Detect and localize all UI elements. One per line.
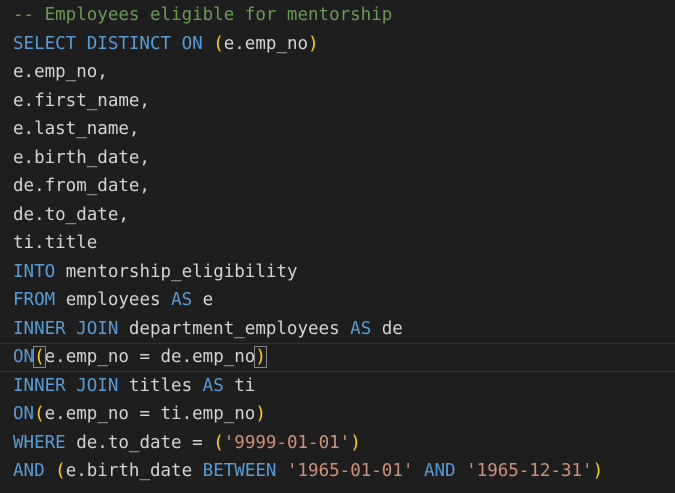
code-line[interactable]: e.emp_no,: [0, 58, 675, 87]
code-token-ident: de.to_date,: [13, 204, 129, 225]
code-token-keyword: FROM: [13, 290, 56, 310]
code-line[interactable]: ON(e.emp_no = de.emp_no): [0, 343, 675, 372]
code-token-paren: ): [255, 404, 266, 424]
code-line[interactable]: de.to_date,: [0, 201, 675, 230]
code-line[interactable]: AND (e.birth_date BETWEEN '1965-01-01' A…: [0, 457, 675, 486]
code-token-string: '1965-12-31': [466, 461, 593, 481]
code-token-paren: ): [308, 33, 319, 54]
code-line[interactable]: -- Employees eligible for mentorship: [0, 1, 675, 30]
code-token-keyword: AND: [13, 461, 45, 481]
code-token-string: '9999-01-01': [223, 432, 351, 453]
code-token-paren: (: [213, 33, 224, 54]
code-token-keyword: ON: [13, 404, 35, 424]
code-token-paren: ): [350, 432, 361, 453]
code-token-paren: (: [33, 346, 46, 368]
code-line[interactable]: de.from_date,: [0, 172, 675, 201]
code-token-ident: e.last_name,: [13, 119, 140, 139]
code-line[interactable]: ON(e.emp_no = ti.emp_no): [0, 400, 675, 429]
code-token-ident: [276, 461, 287, 481]
code-line[interactable]: INTO mentorship_eligibility: [0, 258, 675, 287]
code-token-paren: ): [254, 346, 267, 368]
code-token-ident: mentorship_eligibility: [55, 261, 298, 282]
code-token-ident: e.birth_date,: [13, 147, 150, 168]
code-line[interactable]: e.first_name,: [0, 87, 675, 116]
code-line[interactable]: WHERE de.to_date = ('9999-01-01'): [0, 429, 675, 458]
code-token-keyword: INNER JOIN: [13, 318, 119, 339]
code-token-keyword: AS: [202, 375, 224, 396]
code-line[interactable]: INNER JOIN department_employees AS de: [0, 315, 675, 344]
code-token-keyword: WHERE: [13, 432, 66, 453]
code-token-ident: employees: [55, 290, 172, 310]
code-token-ident: de.to_date =: [65, 432, 214, 453]
code-token-ident: e.birth_date: [65, 461, 203, 481]
code-token-ident: e.first_name,: [13, 90, 150, 111]
code-token-ident: ti.title: [13, 233, 98, 253]
code-line[interactable]: INNER JOIN titles AS ti: [0, 372, 675, 401]
code-token-keyword: INNER JOIN: [13, 375, 119, 396]
code-token-keyword: AND: [423, 461, 456, 481]
code-token-paren: (: [34, 404, 45, 424]
code-editor[interactable]: -- Employees eligible for mentorship SELE…: [0, 0, 675, 493]
code-line[interactable]: ti.title: [0, 229, 675, 258]
code-token-paren: (: [55, 461, 66, 481]
code-token-paren: ): [592, 461, 604, 481]
code-token-keyword: ON: [13, 347, 35, 367]
code-line[interactable]: e.birth_date,: [0, 144, 675, 173]
code-token-ident: [456, 461, 467, 481]
code-token-keyword: AS: [350, 318, 372, 339]
code-token-ident: e.emp_no = ti.emp_no: [44, 404, 256, 424]
code-token-keyword: AS: [171, 290, 193, 310]
code-token-ident: ti: [223, 375, 256, 396]
code-token-ident: department_employees: [118, 318, 351, 339]
code-token-keyword: BETWEEN: [202, 461, 277, 481]
code-token-ident: [45, 461, 56, 481]
code-token-keyword: SELECT DISTINCT ON: [13, 33, 214, 54]
code-line[interactable]: FROM employees AS e: [0, 286, 675, 315]
code-token-ident: e: [192, 290, 214, 310]
code-token-comment: -- Employees eligible for mentorship: [13, 5, 393, 25]
code-token-ident: [413, 461, 424, 481]
code-line[interactable]: SELECT DISTINCT ON (e.emp_no): [0, 30, 675, 59]
code-token-ident: titles: [118, 375, 203, 396]
code-token-ident: e.emp_no: [223, 33, 309, 54]
code-line[interactable]: e.last_name,: [0, 115, 675, 144]
code-token-ident: e.emp_no,: [13, 62, 108, 82]
code-token-ident: de.from_date,: [13, 176, 150, 196]
code-token-string: '1965-01-01': [286, 461, 414, 481]
code-token-ident: de: [371, 318, 403, 339]
code-token-ident: e.emp_no = de.emp_no: [44, 347, 256, 367]
code-token-keyword: INTO: [13, 261, 56, 282]
code-token-paren: (: [213, 432, 224, 453]
